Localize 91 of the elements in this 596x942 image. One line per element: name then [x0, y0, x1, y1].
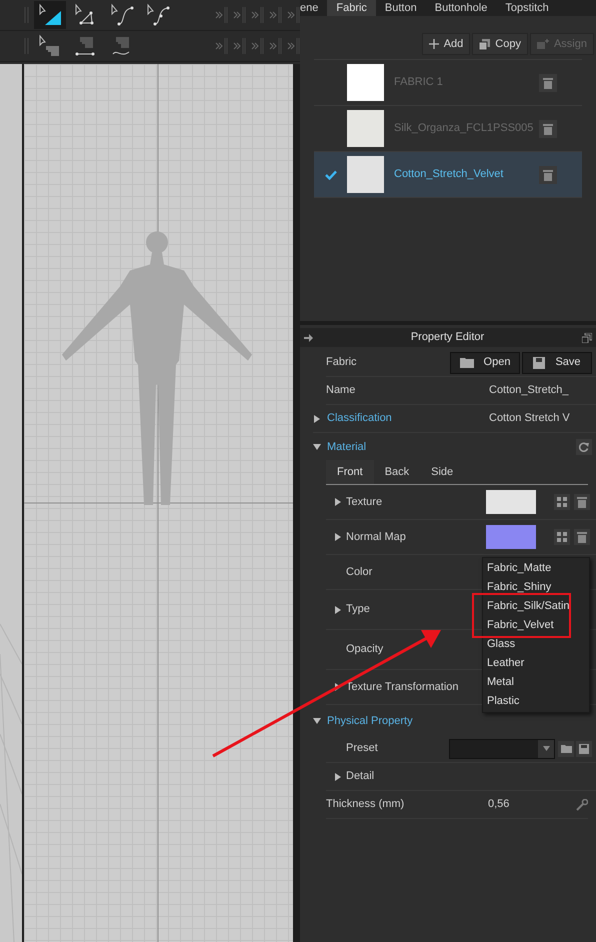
fabric-name: Cotton_Stretch_Velvet	[394, 167, 504, 182]
toolbar-grip-icon[interactable]	[214, 5, 228, 25]
material-tab[interactable]: Back	[374, 460, 420, 484]
assign-icon	[536, 39, 549, 49]
grid-icon	[557, 497, 567, 507]
collapse-arrow-icon[interactable]	[334, 498, 342, 506]
curve-tool-icon	[109, 3, 135, 27]
tool-button[interactable]	[34, 1, 66, 29]
trash-icon	[543, 122, 553, 134]
delete-button[interactable]	[539, 166, 557, 184]
trash-icon	[577, 531, 587, 543]
expand-arrow-icon[interactable]	[313, 717, 321, 725]
fabric-name: Silk_Organza_FCL1PSS005	[394, 121, 534, 136]
open-preset-button[interactable]	[558, 740, 574, 756]
file-button[interactable]: Open	[450, 352, 520, 374]
property-label: Opacity	[346, 642, 384, 658]
property-label: Color	[346, 564, 372, 580]
property-label: Texture Transformation	[346, 680, 458, 695]
section-header[interactable]: Physical Property	[327, 712, 596, 730]
curve-point-tool-icon	[145, 3, 171, 27]
triangle-tool-icon	[37, 3, 63, 27]
menu-item[interactable]: Fabric_Shiny	[483, 578, 589, 597]
toolbar-grip-icon[interactable]	[286, 36, 300, 56]
dropdown-caret-icon	[542, 746, 550, 751]
material-tab[interactable]: Side	[420, 460, 464, 484]
panel-tab[interactable]: Fabric	[327, 0, 376, 16]
fabric-action-button[interactable]: Add	[422, 33, 470, 55]
menu-item[interactable]: Glass	[483, 635, 589, 654]
fabric-action-button[interactable]: Copy	[472, 33, 528, 55]
property-label: Name	[326, 383, 356, 398]
checkmark-icon	[324, 170, 336, 180]
collapse-arrow-icon[interactable]	[334, 606, 342, 614]
section-header[interactable]: Material	[327, 438, 576, 456]
toolbar-grip-icon[interactable]	[232, 5, 246, 25]
toolbar-grip-icon[interactable]	[268, 36, 282, 56]
property-value: Cotton_Stretch_	[489, 383, 570, 398]
grid-button[interactable]	[554, 529, 570, 545]
property-label: Preset	[346, 741, 379, 756]
grid-button[interactable]	[554, 494, 570, 510]
delete-button[interactable]	[574, 494, 590, 510]
trash-icon	[543, 76, 553, 88]
menu-item[interactable]: Fabric_Velvet	[483, 616, 589, 635]
property-label: Normal Map	[346, 530, 406, 545]
collapse-arrow-icon[interactable]	[313, 414, 321, 422]
fabric-name: FABRIC 1	[394, 75, 444, 90]
expand-arrow-icon[interactable]	[313, 443, 321, 451]
menu-item[interactable]: Metal	[483, 673, 589, 692]
toolbar-grip-icon[interactable]	[250, 5, 264, 25]
undock-icon[interactable]	[582, 332, 592, 342]
property-value: 0,56	[488, 797, 510, 812]
reset-button[interactable]	[576, 439, 592, 455]
panel-title: Property Editor	[410, 330, 486, 346]
toolbar-grip-icon[interactable]	[250, 36, 264, 56]
property-label: Type	[346, 602, 370, 618]
delete-button[interactable]	[539, 74, 557, 92]
toolbar-grip-icon[interactable]	[286, 5, 300, 25]
folder-icon	[560, 744, 572, 753]
delete-button[interactable]	[539, 120, 557, 138]
material-tab[interactable]: Front	[326, 460, 374, 484]
menu-item[interactable]: Plastic	[483, 692, 589, 711]
grid-icon	[557, 532, 567, 542]
texture-swatch[interactable]	[486, 490, 536, 514]
property-label: Fabric	[326, 355, 357, 370]
toolbar-grip-icon[interactable]	[232, 36, 246, 56]
collapse-arrow-icon[interactable]	[334, 533, 342, 541]
property-label: Texture	[346, 494, 382, 510]
property-value: Cotton Stretch V	[489, 411, 571, 426]
plus-icon	[428, 39, 439, 49]
trash-icon	[543, 168, 553, 180]
section-header[interactable]: Classification	[327, 410, 489, 427]
delete-button[interactable]	[574, 529, 590, 545]
toolbar-grip-icon[interactable]	[268, 5, 282, 25]
fabric-list-item[interactable]: Cotton_Stretch_Velvet	[314, 152, 582, 198]
refresh-icon	[579, 442, 589, 452]
property-label: Detail	[346, 769, 374, 784]
pin-arrow-icon[interactable]	[304, 334, 313, 342]
copy-icon	[479, 38, 490, 50]
toolbar-handle-icon[interactable]	[24, 5, 30, 25]
menu-item[interactable]: Fabric_Silk/Satin	[483, 597, 589, 616]
file-button[interactable]: Save	[522, 352, 592, 374]
menu-item[interactable]: Leather	[483, 654, 589, 673]
property-label: Thickness (mm)	[326, 797, 406, 812]
toolbar-grip-icon[interactable]	[214, 36, 228, 56]
toolbar-handle-icon[interactable]	[24, 36, 30, 56]
wrench-icon[interactable]	[576, 798, 588, 810]
folder-icon	[460, 357, 474, 368]
menu-item[interactable]: Fabric_Matte	[483, 559, 589, 578]
texture-swatch[interactable]	[486, 525, 536, 549]
save-preset-button[interactable]	[576, 740, 592, 756]
collapse-arrow-icon[interactable]	[334, 772, 342, 780]
trash-icon	[577, 496, 587, 508]
